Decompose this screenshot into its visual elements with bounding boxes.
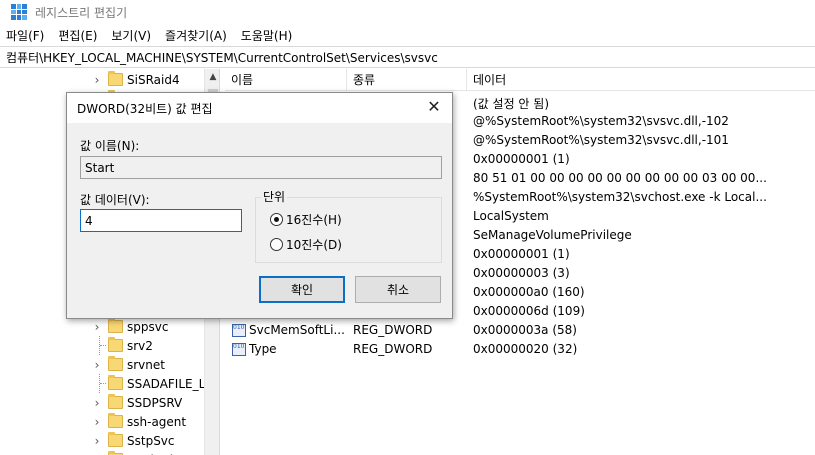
value-data-cell: @%SystemRoot%\system32\svsvc.dll,-102 bbox=[473, 114, 729, 128]
tree-item-label: SSADAFILE_LA bbox=[127, 376, 214, 391]
registry-editor-icon bbox=[11, 4, 27, 20]
cancel-button[interactable]: 취소 bbox=[355, 276, 441, 303]
chevron-right-icon[interactable]: › bbox=[92, 321, 102, 333]
reg-dword-icon: 0101 bbox=[232, 343, 246, 356]
tree-item[interactable]: ›sscdmdm bbox=[0, 450, 204, 455]
tree-item[interactable]: › SstpSvc bbox=[0, 431, 204, 450]
value-data-cell: 80 51 01 00 00 00 00 00 00 00 00 00 03 0… bbox=[473, 171, 767, 185]
radio-dec[interactable]: 10진수(D) bbox=[270, 236, 342, 253]
ok-button[interactable]: 확인 bbox=[259, 276, 345, 303]
tree-item[interactable]: SSADAFILE_LA bbox=[0, 374, 214, 393]
radio-dec-icon[interactable] bbox=[270, 238, 283, 251]
edit-dword-dialog: DWORD(32비트) 값 편집 ✕ 값 이름(N): Start 값 데이터(… bbox=[66, 92, 453, 319]
tree-item[interactable]: srv2 bbox=[0, 336, 204, 355]
value-data-cell: 0x0000006d (109) bbox=[473, 304, 585, 318]
column-header-name[interactable]: 이름 bbox=[225, 69, 347, 91]
tree-item-label: ssh-agent bbox=[127, 414, 187, 429]
dialog-title: DWORD(32비트) 값 편집 bbox=[77, 101, 213, 116]
tree-item[interactable]: › SSDPSRV bbox=[0, 393, 204, 412]
radio-hex-label: 16진수(H) bbox=[286, 213, 342, 227]
chevron-right-icon[interactable]: › bbox=[92, 359, 102, 371]
column-header-data[interactable]: 데이터 bbox=[467, 69, 815, 91]
value-row[interactable]: 0101Type REG_DWORD 0x00000020 (32) bbox=[225, 340, 815, 359]
chevron-right-icon[interactable]: › bbox=[92, 435, 102, 447]
address-bar[interactable]: 컴퓨터\HKEY_LOCAL_MACHINE\SYSTEM\CurrentCon… bbox=[0, 46, 815, 68]
value-data-cell: LocalSystem bbox=[473, 209, 549, 223]
folder-icon bbox=[108, 356, 123, 371]
value-data-cell: %SystemRoot%\system32\svchost.exe -k Loc… bbox=[473, 190, 767, 204]
title-bar: 레지스트리 편집기 bbox=[0, 0, 815, 24]
tree-item-label: SSDPSRV bbox=[127, 395, 183, 410]
folder-icon bbox=[108, 71, 123, 86]
scroll-up-icon[interactable]: ▲ bbox=[205, 69, 219, 85]
tree-item[interactable]: › sppsvc bbox=[0, 317, 204, 336]
folder-icon bbox=[108, 318, 123, 333]
dialog-title-bar: DWORD(32비트) 값 편집 ✕ bbox=[67, 93, 452, 123]
menu-help[interactable]: 도움말(H) bbox=[241, 27, 293, 44]
chevron-right-icon[interactable]: › bbox=[92, 397, 102, 409]
window-title: 레지스트리 편집기 bbox=[35, 5, 128, 20]
radio-hex-icon[interactable] bbox=[270, 213, 283, 226]
radio-dec-label: 10진수(D) bbox=[286, 238, 342, 252]
value-type-cell: REG_DWORD bbox=[353, 323, 433, 337]
menu-file[interactable]: 파일(F) bbox=[6, 27, 44, 44]
tree-item-label: srvnet bbox=[127, 357, 165, 372]
menu-edit[interactable]: 편집(E) bbox=[58, 27, 97, 44]
column-header-type[interactable]: 종류 bbox=[347, 69, 467, 91]
tree-item-label: SstpSvc bbox=[127, 433, 175, 448]
value-name-field[interactable]: Start bbox=[80, 156, 442, 179]
value-type-cell: REG_DWORD bbox=[353, 342, 433, 356]
folder-icon bbox=[108, 432, 123, 447]
chevron-right-icon[interactable]: › bbox=[92, 416, 102, 428]
tree-item-label: srv2 bbox=[127, 338, 153, 353]
base-groupbox bbox=[255, 197, 442, 263]
tree-item-label: sppsvc bbox=[127, 319, 169, 334]
value-data-cell: SeManageVolumePrivilege bbox=[473, 228, 632, 242]
value-data-input[interactable]: 4 bbox=[80, 209, 242, 232]
base-label: 단위 bbox=[261, 188, 288, 205]
value-row[interactable]: 0101SvcMemSoftLi... REG_DWORD 0x0000003a (… bbox=[225, 321, 815, 340]
value-name-cell: SvcMemSoftLi... bbox=[249, 323, 345, 337]
menu-view[interactable]: 보기(V) bbox=[111, 27, 151, 44]
tree-connector bbox=[100, 383, 106, 384]
chevron-right-icon[interactable]: › bbox=[92, 74, 102, 86]
tree-connector bbox=[100, 345, 106, 346]
value-name-label: 값 이름(N): bbox=[80, 139, 140, 153]
menu-bar: 파일(F) 편집(E) 보기(V) 즐겨찾기(A) 도움말(H) bbox=[0, 25, 815, 45]
value-data-cell: 0x00000001 (1) bbox=[473, 247, 570, 261]
tree-item-label: SiSRaid4 bbox=[127, 72, 180, 87]
close-icon[interactable]: ✕ bbox=[426, 99, 442, 115]
value-data-cell: 0x0000003a (58) bbox=[473, 323, 577, 337]
tree-item[interactable]: › srvnet bbox=[0, 355, 204, 374]
menu-favorites[interactable]: 즐겨찾기(A) bbox=[165, 27, 227, 44]
value-data-cell: (값 설정 안 됨) bbox=[473, 97, 550, 111]
value-data-label: 값 데이터(V): bbox=[80, 193, 150, 207]
value-data-cell: 0x00000001 (1) bbox=[473, 152, 570, 166]
value-data-cell: 0x000000a0 (160) bbox=[473, 285, 585, 299]
folder-icon bbox=[108, 394, 123, 409]
value-data-cell: 0x00000020 (32) bbox=[473, 342, 578, 356]
value-data-cell: 0x00000003 (3) bbox=[473, 266, 570, 280]
value-data-cell: @%SystemRoot%\system32\svsvc.dll,-101 bbox=[473, 133, 729, 147]
tree-item[interactable]: › SiSRaid4 bbox=[0, 70, 204, 89]
tree-item[interactable]: › ssh-agent bbox=[0, 412, 204, 431]
reg-dword-icon: 0101 bbox=[232, 324, 246, 337]
folder-icon bbox=[108, 337, 123, 352]
radio-hex[interactable]: 16진수(H) bbox=[270, 211, 342, 228]
value-name-cell: Type bbox=[249, 342, 277, 356]
folder-icon bbox=[108, 375, 123, 390]
folder-icon bbox=[108, 413, 123, 428]
